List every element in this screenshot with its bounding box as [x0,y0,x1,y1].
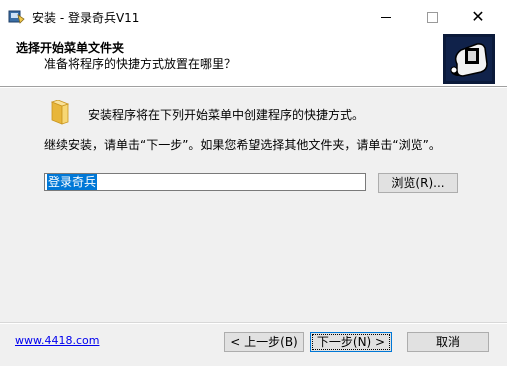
installer-logo-icon [443,34,495,84]
minimize-button[interactable] [363,0,409,34]
page-title: 选择开始菜单文件夹 [16,41,125,55]
minimize-icon [381,17,391,18]
folder-icon [50,100,70,125]
page-subtitle: 准备将程序的快捷方式放置在哪里？ [44,57,237,71]
start-menu-folder-input[interactable]: 登录奇兵 [44,173,366,191]
start-menu-folder-value: 登录奇兵 [47,174,98,190]
cancel-button[interactable]: 取消 [407,332,489,352]
close-button[interactable]: ✕ [455,0,501,34]
maximize-button[interactable] [409,0,455,34]
next-button[interactable]: 下一步(N) > [310,332,392,352]
header-divider [0,87,507,88]
browse-button[interactable]: 浏览(R)... [378,173,458,193]
close-icon: ✕ [471,7,485,26]
title-bar: 安装 - 登录奇兵V11 ✕ [0,0,507,35]
maximize-icon [427,12,438,23]
back-button[interactable]: < 上一步(B) [224,332,304,352]
window-title: 安装 - 登录奇兵V11 [32,11,140,25]
installer-app-icon [8,10,25,24]
website-link[interactable]: www.4418.com [15,334,99,347]
continue-instruction: 继续安装，请单击“下一步”。如果您希望选择其他文件夹，请单击“浏览”。 [44,138,441,152]
shortcut-description: 安装程序将在下列开始菜单中创建程序的快捷方式。 [88,108,365,122]
wizard-header: 选择开始菜单文件夹 准备将程序的快捷方式放置在哪里？ [0,34,507,87]
footer-divider-highlight [0,323,507,324]
